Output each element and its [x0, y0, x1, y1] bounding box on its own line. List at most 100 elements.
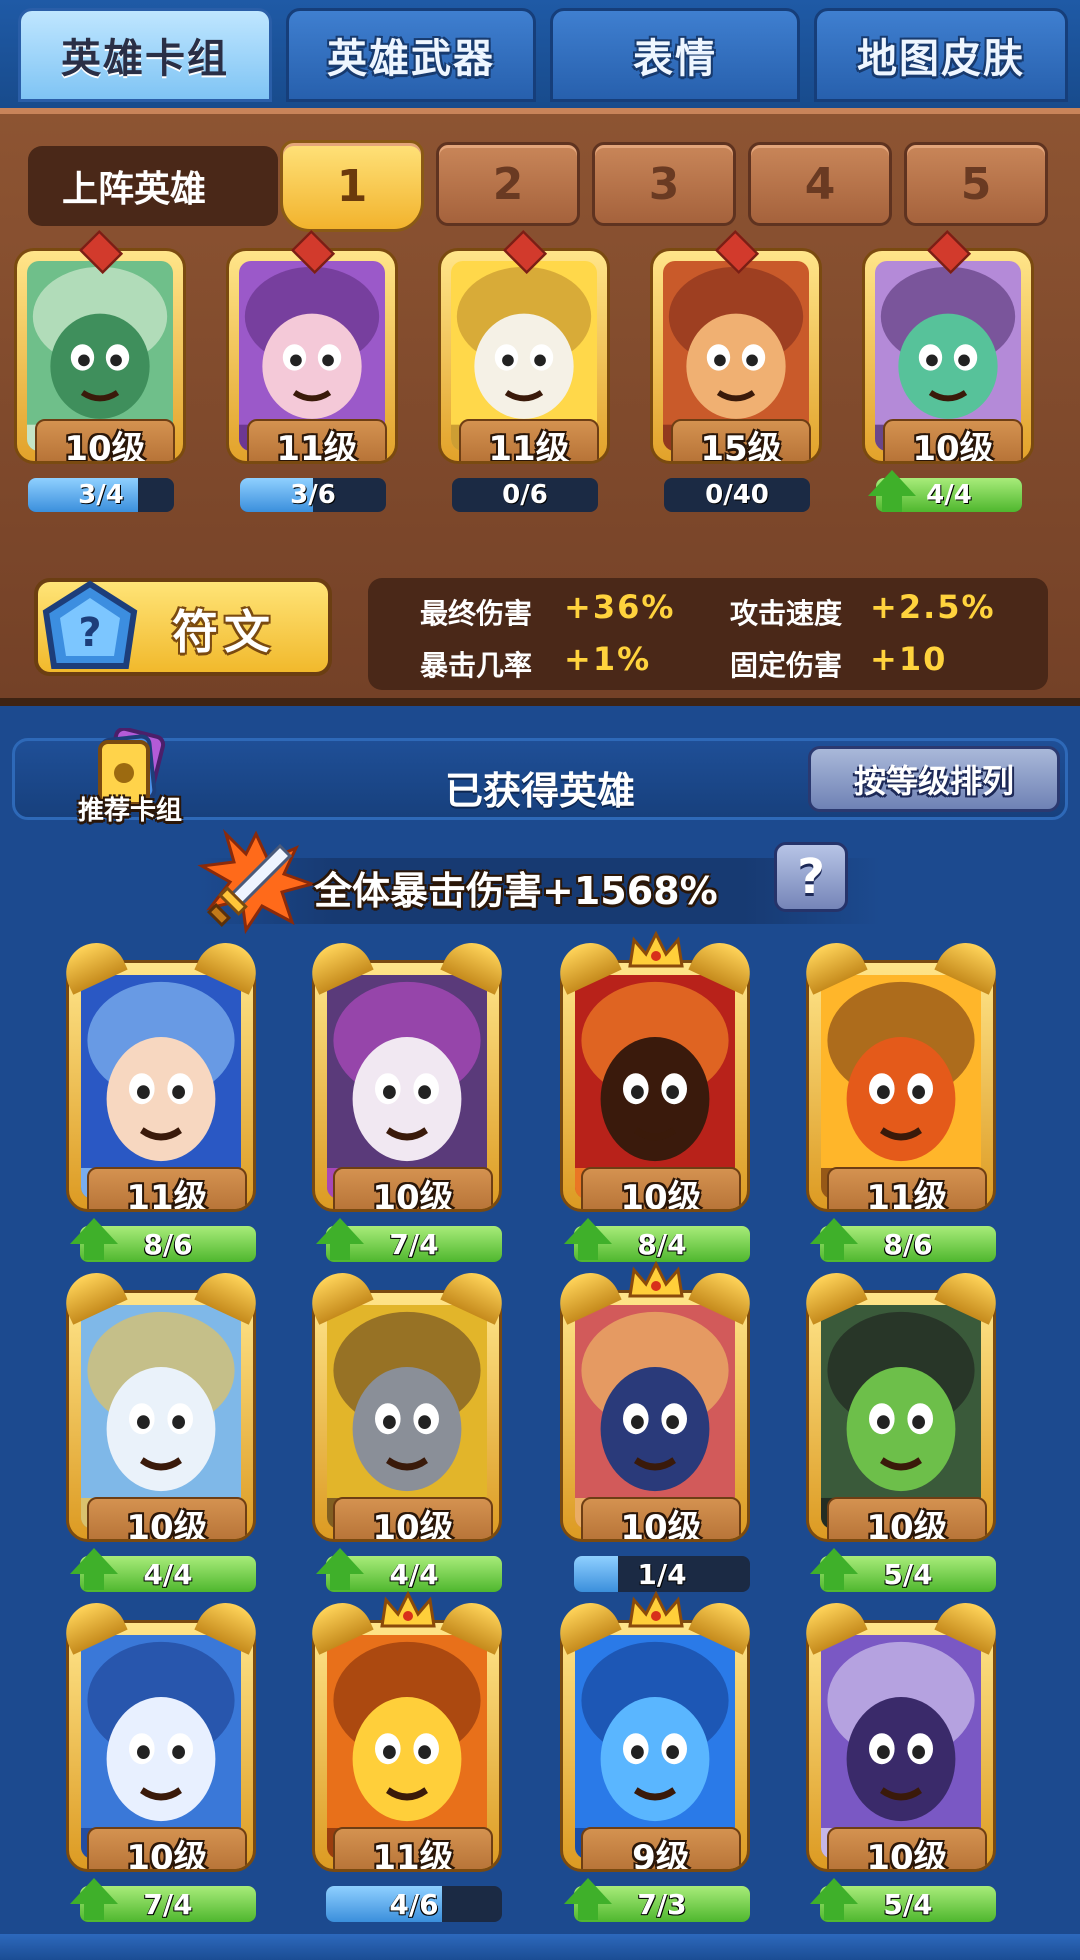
tab-hero-deck[interactable]: 英雄卡组	[18, 8, 272, 102]
hero-level-label: 11级	[459, 419, 599, 461]
stat-name: 固定伤害	[730, 649, 843, 682]
hero-portrait-tiger-warrior	[327, 1635, 487, 1859]
progress-text: 3/6	[290, 480, 336, 510]
progress-text: 0/6	[502, 480, 548, 510]
hero-progress-bar: 0/6	[452, 478, 598, 512]
hero-progress-bar: 3/6	[240, 478, 386, 512]
stat-name: 攻击速度	[730, 597, 843, 630]
hero-frame: 10级	[14, 248, 186, 464]
upgrade-arrow-stem	[84, 1242, 104, 1260]
hero-level-label: 10级	[827, 1497, 987, 1539]
hero-frame: 10级	[66, 1290, 256, 1542]
tab-label: 英雄武器	[327, 36, 495, 82]
hero-art	[821, 1305, 981, 1529]
hero-level-label: 10级	[883, 419, 1023, 461]
hero-level-label: 11级	[333, 1827, 493, 1869]
lineup-label: 上阵英雄	[28, 146, 278, 226]
upgrade-arrow-stem	[578, 1902, 598, 1920]
hero-frame: 11级	[806, 960, 996, 1212]
hero-portrait-hooded-mage	[575, 975, 735, 1199]
hero-art	[327, 975, 487, 1199]
stat-value: +1%	[564, 640, 652, 678]
hero-portrait-zeus	[81, 1305, 241, 1529]
hero-art	[821, 1635, 981, 1859]
sword-icon	[197, 828, 316, 935]
lineup-slot-1[interactable]: 1	[280, 140, 424, 232]
hero-level-label: 11级	[87, 1167, 247, 1209]
hero-frame: 9级	[560, 1620, 750, 1872]
hero-art	[575, 975, 735, 1199]
crown-icon	[628, 930, 684, 968]
upgrade-arrow-stem	[330, 1242, 350, 1260]
bottom-nav-edge	[0, 1934, 1080, 1960]
tab-label: 表情	[633, 36, 717, 82]
hero-portrait-green-witch	[821, 1305, 981, 1529]
upgrade-arrow-stem	[882, 494, 902, 512]
hero-portrait-octopus-pirate	[821, 1635, 981, 1859]
rune-gem-icon: ?	[42, 580, 138, 669]
hero-level-label: 10级	[333, 1497, 493, 1539]
hero-level-label: 10级	[581, 1167, 741, 1209]
lineup-slot-3[interactable]: 3	[592, 142, 736, 226]
hero-portrait-pirate-captain	[575, 1305, 735, 1529]
upgrade-arrow-icon	[810, 1548, 858, 1574]
hero-progress-bar: 0/40	[664, 478, 810, 512]
stat-value: +10	[870, 640, 948, 678]
upgrade-arrow-icon	[564, 1878, 612, 1904]
hero-art	[81, 1635, 241, 1859]
hero-level-label: 15级	[671, 419, 811, 461]
upgrade-arrow-stem	[824, 1572, 844, 1590]
hero-art	[575, 1635, 735, 1859]
hero-portrait-helmet-blob	[327, 1305, 487, 1529]
upgrade-arrow-icon	[810, 1218, 858, 1244]
hero-frame: 11级	[66, 960, 256, 1212]
hero-frame: 10级	[66, 1620, 256, 1872]
hero-frame: 10级	[560, 1290, 750, 1542]
sort-by-level-button[interactable]: 按等级排列	[808, 746, 1060, 812]
hero-progress-bar: 1/4	[574, 1556, 750, 1592]
hero-level-label: 10级	[35, 419, 175, 461]
upgrade-arrow-stem	[824, 1242, 844, 1260]
tab-map-skins[interactable]: 地图皮肤	[814, 8, 1068, 102]
rune-button[interactable]: ? 符文	[34, 578, 332, 676]
stat-name: 最终伤害	[420, 597, 533, 630]
lineup-slot-2[interactable]: 2	[436, 142, 580, 226]
crown-icon	[628, 1590, 684, 1628]
hero-frame: 15级	[650, 248, 822, 464]
recommend-deck-label[interactable]: 推荐卡组	[60, 790, 200, 827]
hero-frame: 10级	[312, 960, 502, 1212]
help-button[interactable]: ?	[774, 842, 848, 912]
hero-art	[575, 1305, 735, 1529]
upgrade-arrow-stem	[578, 1242, 598, 1260]
tab-label: 英雄卡组	[61, 36, 229, 82]
upgrade-arrow-icon	[810, 1878, 858, 1904]
hero-frame: 10级	[806, 1290, 996, 1542]
lineup-slot-4[interactable]: 4	[748, 142, 892, 226]
upgrade-arrow-icon	[70, 1218, 118, 1244]
stat-value: +2.5%	[870, 588, 996, 626]
hero-portrait-blue-hair-girl	[81, 975, 241, 1199]
hero-frame: 11级	[226, 248, 398, 464]
progress-text: 3/4	[78, 480, 124, 510]
progress-text: 0/40	[705, 480, 769, 510]
lineup-slot-5[interactable]: 5	[904, 142, 1048, 226]
progress-text: 1/4	[637, 1557, 687, 1591]
upgrade-arrow-stem	[824, 1902, 844, 1920]
hero-level-label: 11级	[827, 1167, 987, 1209]
hero-art	[821, 975, 981, 1199]
stats-panel: 最终伤害 +36% 攻击速度 +2.5% 暴击几率 +1% 固定伤害 +10	[368, 578, 1048, 690]
hero-frame: 11级	[312, 1620, 502, 1872]
hero-portrait-skull-knight	[327, 975, 487, 1199]
progress-text: 4/6	[389, 1887, 439, 1921]
tab-hero-weapons[interactable]: 英雄武器	[286, 8, 536, 102]
upgrade-arrow-icon	[316, 1218, 364, 1244]
hero-frame: 10级	[560, 960, 750, 1212]
hero-level-label: 10级	[87, 1827, 247, 1869]
lineup-panel: 上阵英雄 1 2 3 4 5 10级 3/4 11级 3/6 11级 0/6 15级 0/40…	[0, 108, 1080, 706]
crit-bonus-text: 全体暴击伤害+1568%	[314, 869, 718, 913]
hero-level-label: 10级	[581, 1497, 741, 1539]
hero-progress-bar: 3/4	[28, 478, 174, 512]
tab-emotes[interactable]: 表情	[550, 8, 800, 102]
hero-portrait-ice-knight	[81, 1635, 241, 1859]
upgrade-arrow-icon	[70, 1548, 118, 1574]
